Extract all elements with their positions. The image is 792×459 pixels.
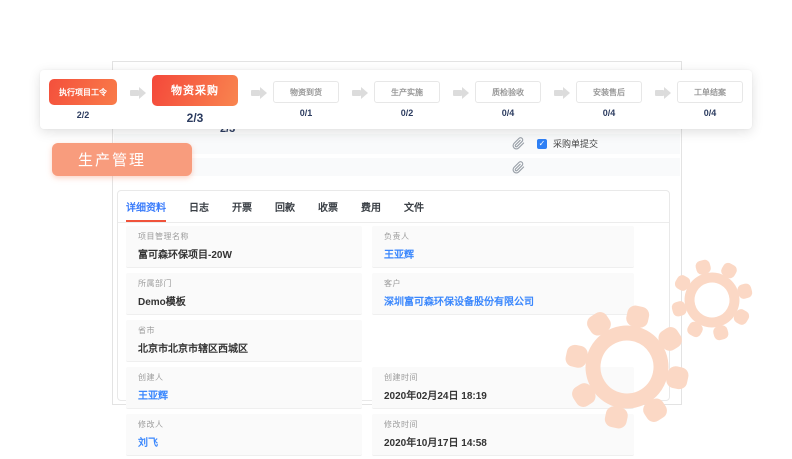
- field-value: 2020年02月24日 18:19: [384, 387, 622, 402]
- field-value: 富可森环保项目-20W: [138, 246, 350, 261]
- field-project-name: 项目管理名称 富可森环保项目-20W: [126, 226, 362, 268]
- tab-expense[interactable]: 费用: [361, 191, 381, 222]
- field-label: 省市: [138, 325, 350, 336]
- tab-log[interactable]: 日志: [189, 191, 209, 222]
- detail-card: 详细资料 日志 开票 回款 收票 费用 文件 项目管理名称 富可森环保项目-20…: [117, 190, 670, 401]
- attachment-row: [114, 158, 680, 176]
- field-department: 所属部门 Demo模板: [126, 273, 362, 315]
- step-install-aftersale: 安装售后 0/4: [576, 81, 642, 118]
- field-label: 创建时间: [384, 372, 622, 383]
- step-work-order-close: 工单结案 0/4: [677, 81, 743, 118]
- step-count: 0/1: [300, 108, 313, 118]
- step-button[interactable]: 物资到货: [273, 81, 339, 103]
- step-button[interactable]: 安装售后: [576, 81, 642, 103]
- creator-link[interactable]: 王亚辉: [138, 387, 350, 402]
- step-count: 0/4: [603, 108, 616, 118]
- field-value: Demo模板: [138, 293, 350, 308]
- owner-link[interactable]: 王亚辉: [384, 246, 622, 261]
- arrow-right-icon: [453, 90, 462, 96]
- step-material-purchase: 物资采购 2/3: [152, 75, 238, 125]
- detail-tabs: 详细资料 日志 开票 回款 收票 费用 文件: [118, 191, 669, 223]
- arrow-right-icon: [554, 90, 563, 96]
- field-region: 省市 北京市北京市辖区西城区: [126, 320, 362, 362]
- field-label: 负责人: [384, 231, 622, 242]
- tab-receipt[interactable]: 收票: [318, 191, 338, 222]
- tab-payment[interactable]: 回款: [275, 191, 295, 222]
- field-value: 2020年10月17日 14:58: [384, 434, 622, 449]
- step-count: 2/2: [77, 110, 90, 120]
- step-button[interactable]: 质检验收: [475, 81, 541, 103]
- step-count: 0/2: [401, 108, 414, 118]
- tab-invoice[interactable]: 开票: [232, 191, 252, 222]
- arrow-right-icon: [130, 90, 139, 96]
- checkbox-check-icon: ✓: [537, 139, 547, 149]
- step-count: 0/4: [502, 108, 515, 118]
- field-label: 项目管理名称: [138, 231, 350, 242]
- field-modified-time: 修改时间 2020年10月17日 14:58: [372, 414, 634, 456]
- workflow-stepper: 执行项目工令 2/2 物资采购 2/3 物资到货 0/1 生产实施 0/2 质检…: [40, 70, 752, 129]
- field-label: 客户: [384, 278, 622, 289]
- modifier-link[interactable]: 刘飞: [138, 434, 350, 449]
- field-owner: 负责人 王亚辉: [372, 226, 634, 268]
- tab-files[interactable]: 文件: [404, 191, 424, 222]
- arrow-right-icon: [251, 90, 260, 96]
- paperclip-icon[interactable]: [512, 161, 525, 174]
- checkbox-label: 采购单提交: [553, 137, 598, 150]
- step-button[interactable]: 生产实施: [374, 81, 440, 103]
- step-button[interactable]: 工单结案: [677, 81, 743, 103]
- field-label: 修改时间: [384, 419, 622, 430]
- attachment-row: ✓ 采购单提交: [114, 134, 680, 154]
- field-label: 修改人: [138, 419, 350, 430]
- step-button[interactable]: 执行项目工令: [49, 79, 117, 105]
- field-label: 创建人: [138, 372, 350, 383]
- field-empty: [372, 320, 634, 362]
- production-management-badge: 生产管理: [52, 143, 192, 176]
- field-grid: 项目管理名称 富可森环保项目-20W 负责人 王亚辉 所属部门 Demo模板 客…: [118, 223, 669, 456]
- step-execute-work-order: 执行项目工令 2/2: [49, 79, 117, 120]
- step-production: 生产实施 0/2: [374, 81, 440, 118]
- step-button[interactable]: 物资采购: [152, 75, 238, 106]
- step-quality-check: 质检验收 0/4: [475, 81, 541, 118]
- field-customer: 客户 深圳富可森环保设备股份有限公司: [372, 273, 634, 315]
- field-value: 北京市北京市辖区西城区: [138, 340, 350, 355]
- customer-link[interactable]: 深圳富可森环保设备股份有限公司: [384, 293, 622, 308]
- step-material-arrival: 物资到货 0/1: [273, 81, 339, 118]
- arrow-right-icon: [352, 90, 361, 96]
- arrow-right-icon: [655, 90, 664, 96]
- field-label: 所属部门: [138, 278, 350, 289]
- field-creator: 创建人 王亚辉: [126, 367, 362, 409]
- badge-label: 生产管理: [78, 149, 146, 170]
- step-count: 0/4: [704, 108, 717, 118]
- step-count: 2/3: [187, 111, 204, 125]
- purchase-submit-checkbox[interactable]: ✓ 采购单提交: [537, 137, 598, 150]
- paperclip-icon[interactable]: [512, 137, 525, 150]
- field-created-time: 创建时间 2020年02月24日 18:19: [372, 367, 634, 409]
- field-modifier: 修改人 刘飞: [126, 414, 362, 456]
- tab-detail-info[interactable]: 详细资料: [126, 191, 166, 222]
